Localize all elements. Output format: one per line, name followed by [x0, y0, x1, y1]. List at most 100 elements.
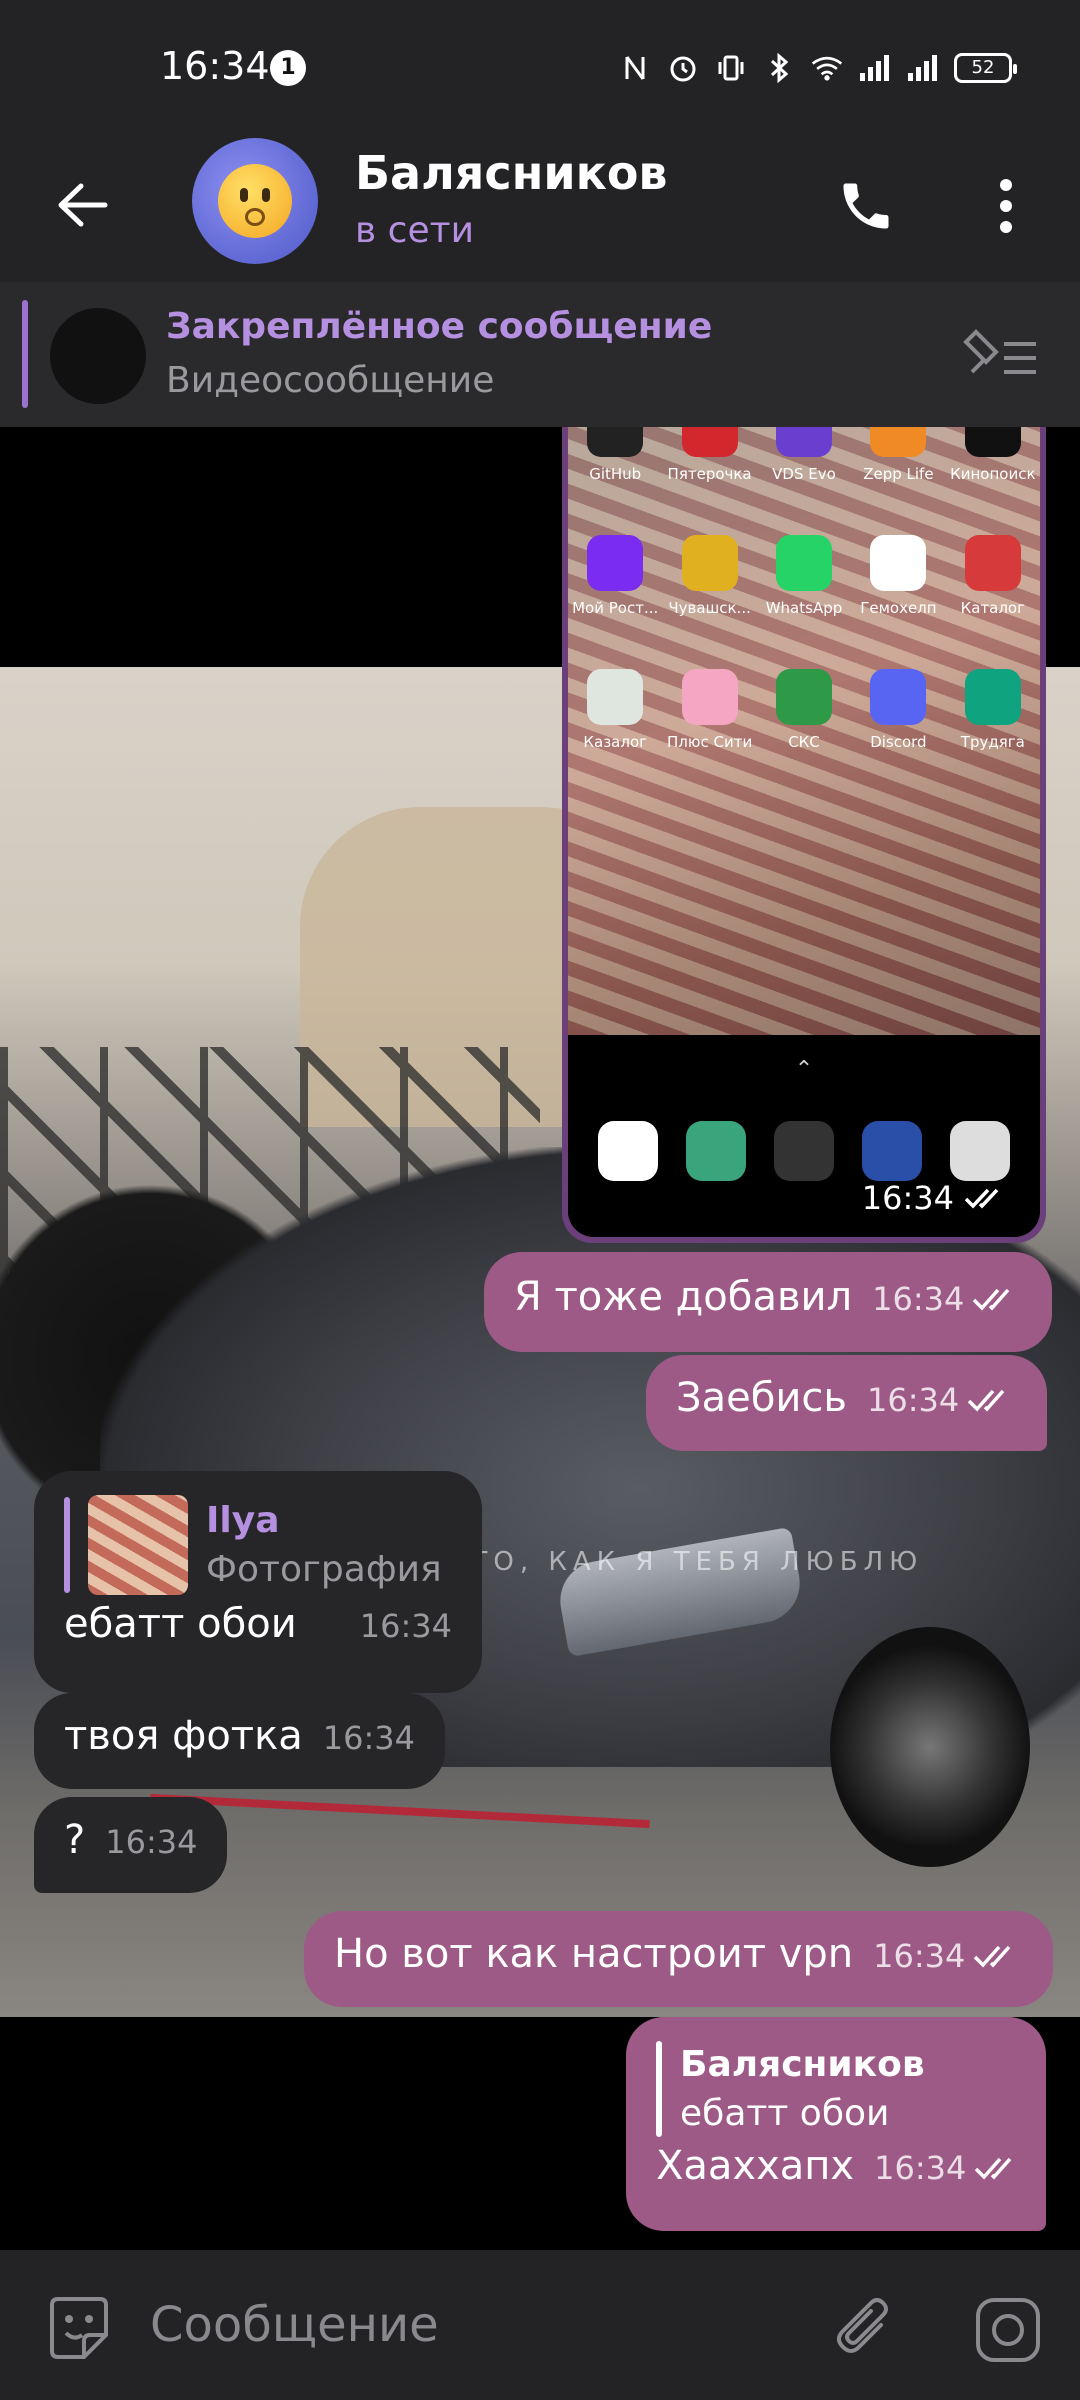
message-text: Я тоже добавил [514, 1274, 853, 1320]
app-label: Плюс Сити [666, 733, 753, 751]
quote-text: Фотография [206, 1549, 442, 1590]
outgoing-message[interactable]: Заебись 16:34 [646, 1355, 1048, 1451]
app-label: WhatsApp [765, 599, 843, 617]
incoming-message[interactable]: твоя фотка 16:34 [34, 1693, 445, 1789]
app-shortcut: Гемохелп [851, 493, 945, 627]
camera-circle-icon [976, 2298, 1040, 2362]
notification-badge: 1 [270, 50, 306, 86]
app-label: Чувашск... [668, 599, 751, 617]
chat-area[interactable]: Я ТЕБЕ ПОЮ ПРО ТО, КАК Я ТЕБЯ ЛЮБЛЮ GitH… [0, 427, 1080, 2250]
app-shortcut: Discord [851, 627, 945, 761]
status-bar: 16:34 1 52 [0, 0, 1080, 130]
signal-icon-2 [906, 51, 940, 85]
caret-up-icon: ⌃ [794, 1057, 814, 1082]
double-check-icon [964, 1188, 999, 1209]
double-check-icon [975, 2157, 1012, 2180]
reply-quote[interactable]: Балясников ебатт обои [656, 2041, 1016, 2137]
message-time: 16:34 [359, 1607, 452, 1645]
pinned-subtitle: Видеосообщение [166, 360, 495, 401]
app-label: Пятерочка [667, 465, 752, 483]
gallery-app-icon [862, 1121, 922, 1181]
pin-list-icon [963, 329, 1036, 374]
quote-text: ебатт обои [680, 2093, 890, 2134]
chat-header: Балясников в сети [0, 130, 1080, 282]
app-icon [870, 427, 927, 457]
app-icon [681, 669, 738, 725]
message-text: твоя фотка [64, 1713, 303, 1759]
quote-author: Балясников [680, 2044, 925, 2085]
outgoing-message[interactable]: Но вот как настроит vpn 16:34 [304, 1911, 1054, 2007]
incoming-message[interactable]: ? 16:34 [34, 1797, 228, 1893]
app-shortcut: Плюс Сити [662, 627, 756, 761]
bluetooth-icon [762, 51, 796, 85]
wifi-icon [810, 51, 844, 85]
app-icon [964, 669, 1021, 725]
avatar[interactable] [192, 138, 318, 264]
messages-app-icon [598, 1121, 658, 1181]
double-check-icon [973, 1288, 1010, 1311]
app-label: VDS Evo [772, 465, 836, 483]
contact-name[interactable]: Балясников [355, 146, 668, 200]
app-icon [775, 427, 832, 457]
outgoing-message[interactable]: Я тоже добавил 16:34 [484, 1252, 1053, 1352]
alarm-icon [666, 51, 700, 85]
sticker-button[interactable] [44, 2295, 114, 2365]
pinned-indicator [22, 300, 28, 408]
reply-quote[interactable]: Ilya Фотография [64, 1495, 452, 1595]
message-text: ? [64, 1817, 86, 1863]
camera-app-icon [950, 1121, 1010, 1181]
app-shortcut: Чувашск... [662, 493, 756, 627]
pinned-title: Закреплённое сообщение [166, 306, 713, 347]
app-icon [681, 427, 738, 457]
message-time: 16:34 [322, 1719, 415, 1757]
app-label: Мой Рост... [572, 599, 659, 617]
pinned-video-thumbnail [50, 308, 146, 404]
app-icon [964, 535, 1021, 591]
app-icon [775, 669, 832, 725]
double-check-icon [974, 1945, 1011, 1968]
call-button[interactable] [826, 166, 906, 246]
app-label: Каталог [960, 599, 1025, 617]
app-label: Трудяга [960, 733, 1025, 751]
app-label: СКС [788, 733, 820, 751]
sticker-icon [50, 2297, 108, 2359]
composer-bar [0, 2250, 1080, 2400]
attach-button[interactable] [826, 2290, 906, 2370]
dock [598, 1121, 1010, 1181]
message-input[interactable] [150, 2290, 790, 2360]
app-icon [681, 535, 738, 591]
screenshot-message[interactable]: GitHub Пятерочка VDS Evo Zepp Life Кинопоиск… [562, 427, 1046, 1243]
message-text: ебатт обои [64, 1601, 297, 1647]
message-time: 16:34 [874, 2149, 967, 2187]
status-icons: 52 [618, 48, 1017, 88]
app-shortcut: WhatsApp [757, 493, 851, 627]
message-time: 16:34 [867, 1381, 960, 1419]
outgoing-message[interactable]: Балясников ебатт обои Хааххапх 16:34 [626, 2017, 1046, 2231]
more-menu-button[interactable] [976, 166, 1036, 246]
message-text: Но вот как настроит vpn [334, 1931, 854, 1977]
app-shortcut: Каталог [946, 493, 1040, 627]
app-shortcut: GitHub [568, 427, 662, 493]
app-shortcut: Трудяга [946, 627, 1040, 761]
message-time: 16:34 [873, 1937, 966, 1975]
app-shortcut: Мой Рост... [568, 493, 662, 627]
folder-app-icon [774, 1121, 834, 1181]
screenshot-meta: 16:34 [862, 1179, 1010, 1217]
pinned-list-button[interactable] [962, 324, 1042, 388]
app-shortcut: СКС [757, 627, 851, 761]
quote-bar [656, 2041, 662, 2137]
message-text: Заебись [676, 1375, 847, 1421]
battery-icon: 52 [954, 53, 1017, 83]
signal-icon-1 [858, 51, 892, 85]
screenshot-image[interactable]: GitHub Пятерочка VDS Evo Zepp Life Кинопоиск… [568, 427, 1040, 1237]
video-message-button[interactable] [968, 2290, 1048, 2370]
pinned-message-bar[interactable]: Закреплённое сообщение Видеосообщение [0, 282, 1080, 427]
app-icon [587, 427, 644, 457]
incoming-message[interactable]: Ilya Фотография ебатт обои 16:34 [34, 1471, 482, 1693]
app-shortcut: Казалог [568, 627, 662, 761]
quote-author: Ilya [206, 1500, 280, 1541]
back-button[interactable] [48, 170, 118, 240]
phone-icon [843, 183, 889, 229]
app-label: GitHub [589, 465, 642, 483]
status-time: 16:34 [160, 44, 270, 88]
